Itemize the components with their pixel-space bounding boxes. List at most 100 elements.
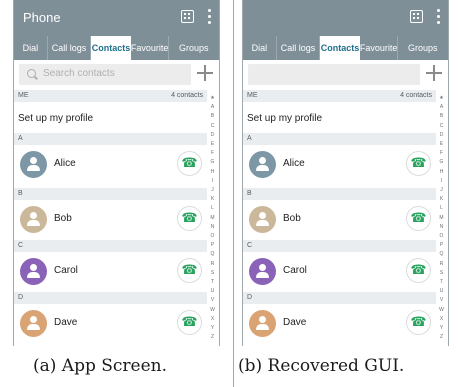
call-button[interactable]: ☎ [177, 206, 202, 231]
contact-name: Alice [283, 158, 305, 169]
index-letter[interactable]: Q [206, 250, 219, 258]
index-letter[interactable]: S [206, 269, 219, 277]
index-letter[interactable]: I [435, 177, 448, 185]
index-letter[interactable]: C [435, 122, 448, 130]
index-letter[interactable]: R [206, 260, 219, 268]
call-button[interactable]: ☎ [406, 206, 431, 231]
search-input[interactable] [248, 64, 420, 85]
add-contact-icon[interactable] [197, 65, 213, 81]
index-letter[interactable]: F [435, 149, 448, 157]
index-letter[interactable]: G [435, 158, 448, 166]
list-item[interactable]: Dave ☎ [243, 304, 436, 343]
tab-groups[interactable]: Groups [169, 36, 220, 60]
index-letter[interactable]: T [435, 278, 448, 286]
tab-call-logs[interactable]: Call logs [48, 36, 92, 60]
tab-call-logs[interactable]: Call logs [277, 36, 321, 60]
index-letter[interactable]: A [206, 103, 219, 111]
index-letter[interactable]: O [206, 232, 219, 240]
index-letter[interactable]: D [206, 131, 219, 139]
search-icon [27, 69, 36, 78]
tab-favourite[interactable]: Favourite [360, 36, 398, 60]
tab-favourite[interactable]: Favourite [131, 36, 169, 60]
index-letter[interactable]: H [435, 168, 448, 176]
list-item[interactable]: Dave ☎ [14, 304, 207, 343]
index-letter[interactable]: Z [206, 333, 219, 341]
add-contact-icon[interactable] [426, 65, 442, 81]
index-letter[interactable]: X [206, 315, 219, 323]
index-letter[interactable]: P [206, 241, 219, 249]
search-input[interactable]: Search contacts [19, 64, 191, 85]
index-letter[interactable]: A [435, 103, 448, 111]
index-letter[interactable]: T [206, 278, 219, 286]
phone-icon: ☎ [410, 262, 427, 277]
alphabet-index[interactable]: ★ A B C D E F G H I J K L M N O P Q R S T U V W X Y Z [206, 90, 219, 346]
index-letter[interactable]: V [206, 296, 219, 304]
person-icon [259, 316, 266, 323]
call-button[interactable]: ☎ [406, 151, 431, 176]
list-item[interactable]: Carol ☎ [243, 252, 436, 291]
list-item[interactable]: Carol ☎ [14, 252, 207, 291]
more-options-icon[interactable] [437, 9, 441, 25]
setup-profile-row[interactable]: Set up my profile [243, 102, 436, 133]
call-button[interactable]: ☎ [406, 310, 431, 335]
call-button[interactable]: ☎ [406, 258, 431, 283]
index-letter[interactable]: D [435, 131, 448, 139]
list-item[interactable]: Alice ☎ [243, 145, 436, 184]
index-letter[interactable]: G [206, 158, 219, 166]
index-letter[interactable]: L [206, 204, 219, 212]
index-letter[interactable]: K [206, 195, 219, 203]
index-letter[interactable]: M [206, 214, 219, 222]
list-item[interactable]: Bob ☎ [14, 200, 207, 239]
call-button[interactable]: ☎ [177, 151, 202, 176]
index-letter[interactable]: K [435, 195, 448, 203]
index-letter[interactable]: Q [435, 250, 448, 258]
index-letter[interactable]: V [435, 296, 448, 304]
alphabet-index[interactable]: ★ A B C D E F G H I J K L M N O P Q R S T U V W X Y Z [435, 90, 448, 346]
person-icon-body [256, 272, 269, 278]
index-letter[interactable]: ★ [206, 94, 219, 102]
call-button[interactable]: ☎ [177, 258, 202, 283]
index-letter[interactable]: S [435, 269, 448, 277]
index-letter[interactable]: I [206, 177, 219, 185]
index-letter[interactable]: Y [206, 324, 219, 332]
section-letter: B [247, 190, 252, 197]
setup-profile-row[interactable]: Set up my profile [14, 102, 207, 133]
call-button[interactable]: ☎ [177, 310, 202, 335]
index-letter[interactable]: B [206, 112, 219, 120]
dialpad-icon[interactable] [181, 10, 194, 23]
index-letter[interactable]: L [435, 204, 448, 212]
index-letter[interactable]: W [206, 306, 219, 314]
list-item[interactable]: Alice ☎ [14, 145, 207, 184]
index-letter[interactable]: E [206, 140, 219, 148]
tab-groups[interactable]: Groups [398, 36, 449, 60]
index-letter[interactable]: X [435, 315, 448, 323]
index-letter[interactable]: N [206, 223, 219, 231]
index-letter[interactable]: B [435, 112, 448, 120]
index-letter[interactable]: U [435, 287, 448, 295]
index-letter[interactable]: Y [435, 324, 448, 332]
index-letter[interactable]: F [206, 149, 219, 157]
index-letter[interactable]: J [206, 186, 219, 194]
section-letter: ME [18, 92, 29, 99]
index-letter[interactable]: R [435, 260, 448, 268]
index-letter[interactable]: M [435, 214, 448, 222]
index-letter[interactable]: O [435, 232, 448, 240]
more-options-icon[interactable] [208, 9, 212, 25]
index-letter[interactable]: Z [435, 333, 448, 341]
index-letter[interactable]: E [435, 140, 448, 148]
index-letter[interactable]: J [435, 186, 448, 194]
index-letter[interactable]: H [206, 168, 219, 176]
list-item[interactable]: Bob ☎ [243, 200, 436, 239]
index-letter[interactable]: U [206, 287, 219, 295]
tab-dial[interactable]: Dial [243, 36, 277, 60]
index-letter[interactable]: C [206, 122, 219, 130]
index-letter[interactable]: P [435, 241, 448, 249]
tab-dial[interactable]: Dial [14, 36, 48, 60]
tab-contacts[interactable]: Contacts [320, 36, 360, 60]
section-header: B [243, 188, 436, 200]
index-letter[interactable]: N [435, 223, 448, 231]
dialpad-icon[interactable] [410, 10, 423, 23]
tab-contacts[interactable]: Contacts [91, 36, 131, 60]
index-letter[interactable]: ★ [435, 94, 448, 102]
index-letter[interactable]: W [435, 306, 448, 314]
